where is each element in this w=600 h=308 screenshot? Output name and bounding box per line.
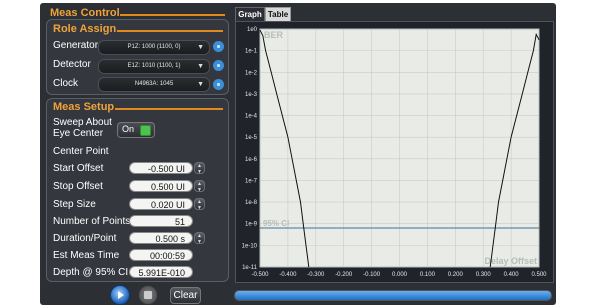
x-axis-label: Delay Offset [484,256,537,266]
meas-control-title: Meas Control [50,7,120,19]
x-tick-label: 0.100 [420,272,436,278]
chevron-down-icon: ▼ [197,63,204,70]
start-offset-label: Start Offset [53,163,104,174]
x-tick-label: 0.400 [504,272,520,278]
x-tick-label: 0.300 [476,272,492,278]
meas-setup-divider [115,108,223,110]
step-size-field[interactable]: 0.020 UI [129,198,193,210]
generator-select[interactable]: P1Z: 1000 (1100, 0) ▼ [98,40,210,55]
start-offset-stepper[interactable]: ▲ ▼ [194,162,205,175]
duration-field[interactable]: 0.500 s [129,232,193,244]
stop-offset-label: Stop Offset [53,181,103,192]
detector-value: E1Z: 1010 (1100, 1) [127,63,181,69]
est-time-field: 00:00:59 [129,249,193,261]
sweep-toggle-label: On [122,124,135,134]
x-tick-label: 0.200 [448,272,464,278]
duration-stepper[interactable]: ▲ ▼ [194,232,205,245]
y-tick-label: 1e-6 [245,157,258,163]
role-assign-title: Role Assign [53,23,117,35]
x-tick-label: 0.000 [392,272,408,278]
clock-value: N4963A: 1045 [134,81,174,87]
meas-setup-panel: Meas Setup Sweep About Eye Center On Cen… [46,98,229,282]
graph-panel: 1e0 1e-1 1e-2 1e-3 1e-4 1e-5 1e-6 1e-7 1e-8 1e-9 1… [235,21,554,283]
center-point-label: Center Point [53,146,109,157]
role-assign-divider [117,30,223,32]
num-points-label: Number of Points [53,216,131,227]
stop-offset-field[interactable]: 0.500 UI [129,180,193,192]
sweep-label-line1: Sweep About [53,117,112,128]
app-window: Meas Control Role Assign Generator P1Z: … [40,3,556,305]
stop-icon [144,291,152,299]
detector-select[interactable]: E1Z: 1010 (1100, 1) ▼ [98,59,210,74]
y-tick-label: 1e0 [247,27,258,33]
chevron-down-icon: ▼ [197,81,204,88]
sweep-label-line2: Eye Center [53,128,104,139]
step-size-stepper[interactable]: ▲ ▼ [194,198,205,211]
progress-bar [234,290,552,301]
y-tick-label: 1e-1 [245,49,258,55]
toggle-indicator-icon [140,125,151,136]
y-tick-label: 1e-8 [245,200,258,206]
play-button[interactable] [110,285,130,305]
role-assign-panel: Role Assign Generator P1Z: 1000 (1100, 0… [46,19,229,95]
est-time-label: Est Meas Time [53,250,120,261]
x-tick-label: -0.500 [251,272,269,278]
gear-icon[interactable] [213,79,224,90]
x-tick-label: -0.100 [363,272,381,278]
x-tick-label: -0.200 [335,272,353,278]
duration-label: Duration/Point [53,233,117,244]
x-tick-label: 0.500 [531,272,547,278]
y-tick-label: 1e-11 [242,265,258,271]
y-tick-label: 1e-3 [245,92,258,98]
y-tick-label: 1e-7 [245,178,258,184]
detector-label: Detector [53,59,91,70]
clear-button[interactable]: Clear [170,287,201,304]
depth-label: Depth @ 95% CI [53,267,129,278]
stop-button[interactable] [138,285,158,305]
meas-setup-title: Meas Setup [53,101,115,113]
generator-label: Generator [53,40,99,51]
play-icon [118,291,124,299]
depth-field: 5.991E-010 [129,266,193,278]
generator-value: P1Z: 1000 (1100, 0) [127,44,181,50]
progress-fill [235,291,551,300]
y-tick-label: 1e-5 [245,135,258,141]
gear-icon[interactable] [213,41,224,52]
x-tick-label: -0.400 [279,272,297,278]
stop-offset-stepper[interactable]: ▲ ▼ [194,180,205,193]
clock-label: Clock [53,78,79,89]
ci-label: 95% CI [263,219,289,228]
chart-title: BER [264,30,284,40]
tab-graph[interactable]: Graph [235,7,265,22]
y-tick-label: 1e-10 [242,243,258,249]
y-tick-label: 1e-9 [245,222,258,228]
sweep-toggle[interactable]: On [117,122,155,138]
y-tick-label: 1e-4 [245,114,258,120]
start-offset-field[interactable]: -0.500 UI [129,162,193,174]
clock-select[interactable]: N4963A: 1045 ▼ [98,77,210,92]
y-tick-label: 1e-2 [245,70,258,76]
gear-icon[interactable] [213,60,224,71]
chevron-down-icon: ▼ [197,44,204,51]
num-points-field: 51 [129,215,193,227]
step-size-label: Step Size [53,199,96,210]
x-tick-label: -0.300 [307,272,325,278]
ber-chart: 1e0 1e-1 1e-2 1e-3 1e-4 1e-5 1e-6 1e-7 1e-8 1e-9 1… [242,27,548,278]
meas-control-divider [120,14,225,16]
